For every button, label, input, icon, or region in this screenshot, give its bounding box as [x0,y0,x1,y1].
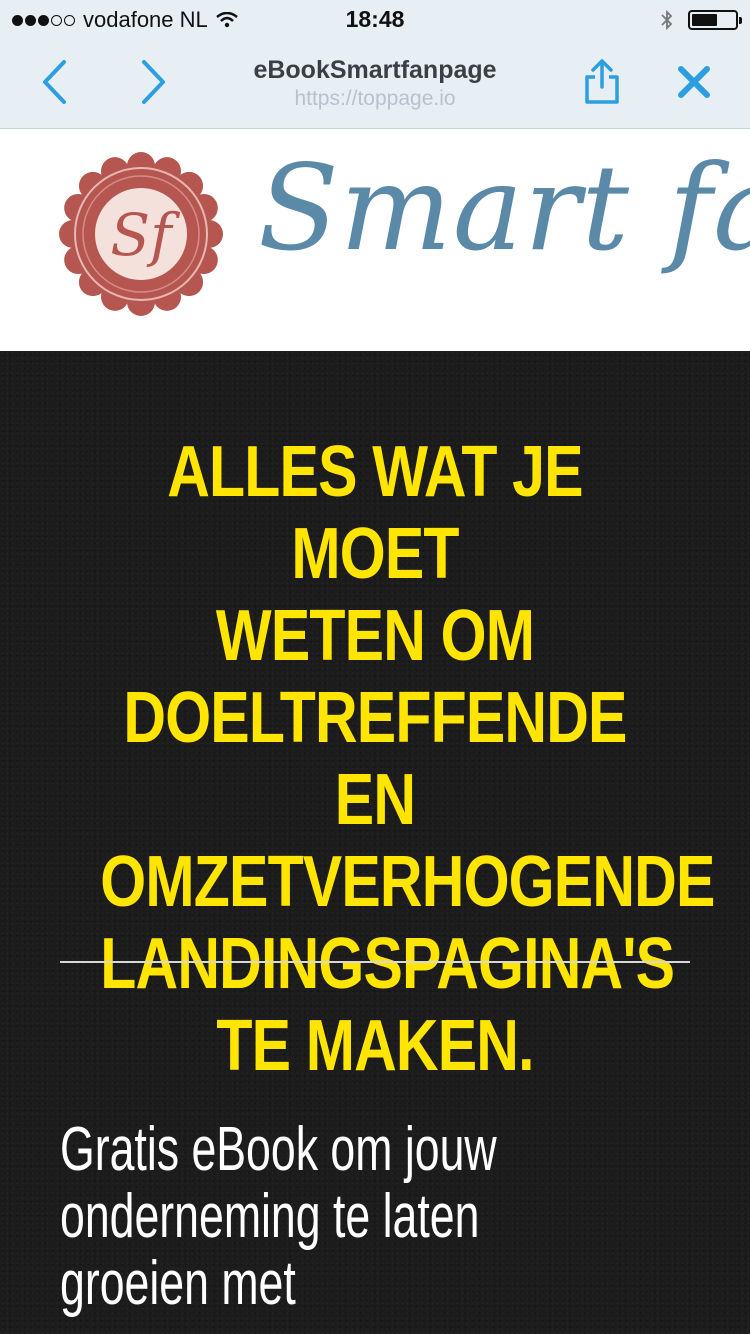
browser-chrome: vodafone NL 18:48 eBookSmartfanpage http… [0,0,750,129]
headline-line: WETEN OM [215,596,535,676]
page-url: https://toppage.io [294,87,456,110]
subtext-line: onderneming te laten [60,1182,480,1251]
headline-line: TE MAKEN. [216,1006,534,1086]
status-bar: vodafone NL 18:48 [0,0,750,40]
close-icon [678,66,710,98]
seal-text: Sf [110,201,181,269]
brand-wordmark: Smart fanp [258,139,750,277]
subtext-line: groeien met [60,1249,296,1318]
forward-button[interactable] [134,58,174,106]
page-title: eBookSmartfanpage [253,56,497,84]
browser-nav: eBookSmartfanpage https://toppage.io [0,44,750,128]
address-title[interactable]: eBookSmartfanpage https://toppage.io [200,56,550,111]
share-button[interactable] [582,58,622,106]
back-arrow-icon [43,60,66,104]
subtext-line: Gratis eBook om jouw [60,1115,497,1184]
smartfanpage-seal-logo: Sf [59,152,223,316]
site-header: Sf Smart fanp [0,129,750,351]
back-button[interactable] [34,58,74,106]
hero-section: ALLES WAT JE MOET WETEN OM DOELTREFFENDE… [0,351,750,1334]
bluetooth-icon [661,9,673,31]
battery-icon [688,10,742,30]
headline-line: LANDINGSPAGINA'S [100,924,675,1004]
battery-level [692,14,718,26]
status-time: 18:48 [345,6,405,32]
forward-arrow-icon [142,60,165,104]
status-right [660,9,742,31]
headline-line: ALLES WAT JE MOET [167,432,583,594]
hero-headline: ALLES WAT JE MOET WETEN OM DOELTREFFENDE… [100,431,715,1087]
ebook-intro-text: Gratis eBook om jouw onderneming te late… [60,1116,708,1317]
section-divider [60,961,690,963]
headline-line: DOELTREFFENDE EN [123,678,627,840]
headline-line: OMZETVERHOGENDE [100,842,715,922]
share-icon [585,59,619,104]
close-button[interactable] [674,58,714,106]
